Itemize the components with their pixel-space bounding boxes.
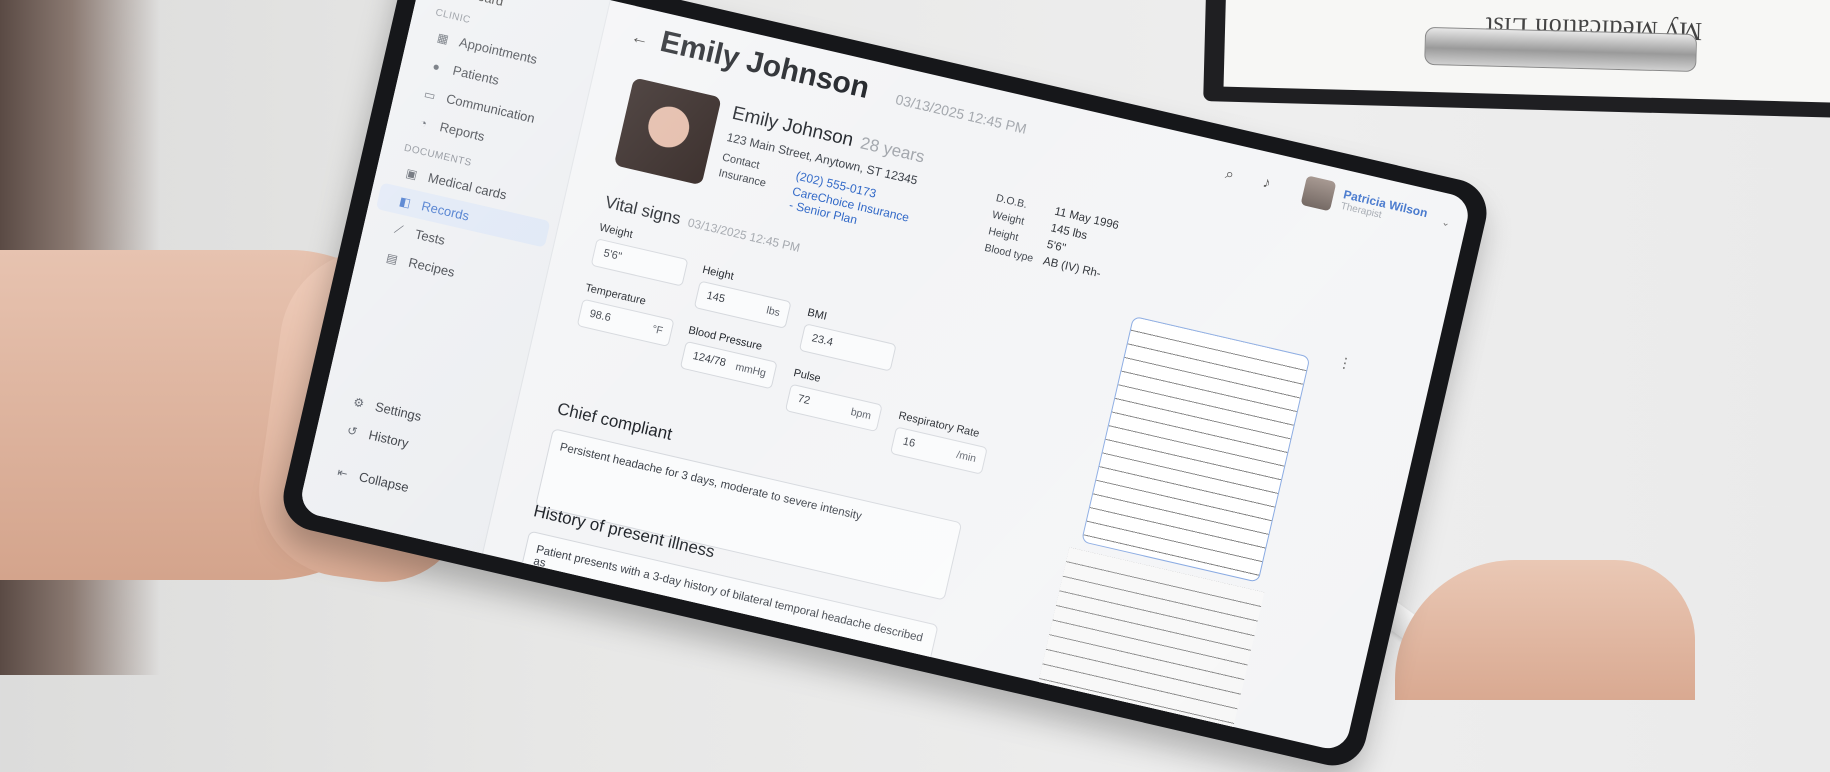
search-icon[interactable]: ⌕	[1224, 165, 1236, 183]
patient-details-values: 11 May 1996 145 lbs 5'6" AB (IV) Rh-	[1041, 206, 1120, 287]
user-menu[interactable]: Patricia Wilson Therapist ⌄	[1300, 175, 1453, 238]
weight-field: Weight 5'6"	[590, 222, 693, 287]
history-icon: ↺	[345, 422, 359, 439]
collapse-icon: ⇤	[336, 464, 350, 481]
field-unit: mmHg	[734, 360, 768, 380]
document-thumbnail[interactable]	[1033, 547, 1265, 749]
tablet-screen: Dashboard CLINIC ▦ Appointments ● Patien…	[297, 0, 1473, 753]
sidebar-item-label: Records	[420, 198, 471, 224]
field-value: 98.6	[588, 307, 612, 325]
clipboard: My Medication List	[1203, 0, 1830, 119]
sidebar-item-label: Tests	[413, 226, 447, 248]
chevron-down-icon[interactable]: ⌄	[1441, 216, 1452, 229]
avatar	[1300, 175, 1337, 212]
document-thumbnail-selected[interactable]	[1080, 315, 1311, 583]
respiratory-rate-field: Respiratory Rate 16/min	[889, 410, 992, 475]
more-options-icon[interactable]: ⋮	[1336, 353, 1353, 373]
page-timestamp: 03/13/2025 12:45 PM	[894, 91, 1029, 137]
bell-icon[interactable]: ♪	[1261, 174, 1272, 192]
id-card-icon: ▣	[404, 165, 419, 182]
right-hand	[1395, 560, 1695, 700]
sidebar-item-label: Reports	[438, 119, 487, 145]
blood-pressure-field: Blood Pressure 124/78 mmHg	[679, 324, 782, 390]
document-images	[1033, 315, 1319, 749]
sidebar-bottom: ⚙ Settings ↺ History ⇤ Collapse	[305, 379, 513, 522]
field-unit: bpm	[849, 405, 873, 423]
gear-icon: ⚙	[352, 394, 366, 411]
topbar-icons: ⌕ ♪	[1224, 165, 1273, 192]
pulse-field: Pulse 72 bpm	[784, 367, 887, 433]
field-value: 72	[796, 392, 812, 408]
sidebar-item-label: Recipes	[407, 254, 457, 280]
chat-icon: ▭	[422, 86, 438, 103]
field-value: 124/78	[691, 349, 728, 370]
sidebar-item-label: Patients	[451, 62, 501, 88]
recipe-icon: ▤	[385, 250, 400, 267]
field-unit: °F	[650, 323, 664, 338]
sidebar-item-label: Settings	[373, 398, 423, 425]
field-value: 16	[901, 435, 917, 450]
temperature-field: Temperature 98.6 °F	[576, 282, 679, 348]
main-content: ← Emily Johnson 03/13/2025 12:45 PM ⌕ ♪ …	[483, 0, 1472, 752]
back-arrow-icon[interactable]: ←	[629, 26, 651, 51]
field-value: 5'6"	[602, 247, 623, 264]
field-unit: /min	[955, 448, 978, 465]
patient-details-labels: D.O.B. Weight Height Blood type	[982, 192, 1046, 269]
field-value: 145	[705, 289, 727, 306]
tablet-bezel: Dashboard CLINIC ▦ Appointments ● Patien…	[276, 0, 1494, 772]
clipboard-clip	[1424, 26, 1698, 72]
height-field: Height 145 lbs	[693, 264, 796, 329]
sidebar-item-label: Collapse	[357, 469, 411, 496]
records-icon: ◧	[398, 193, 413, 210]
bmi-field: BMI 23.4	[798, 307, 901, 372]
field-unit: lbs	[765, 304, 782, 320]
sidebar-item-label: History	[367, 427, 411, 451]
user-info: Patricia Wilson Therapist	[1340, 187, 1429, 231]
calendar-icon: ▦	[435, 29, 451, 47]
tablet: Dashboard CLINIC ▦ Appointments ● Patien…	[276, 0, 1494, 772]
patient-photo	[613, 77, 722, 186]
test-tube-icon: ⟋	[393, 221, 405, 238]
field-value: 23.4	[810, 332, 835, 349]
insurance-label: Insurance	[717, 167, 768, 190]
users-icon: ●	[431, 58, 442, 74]
pie-chart-icon: ◔	[418, 115, 429, 131]
